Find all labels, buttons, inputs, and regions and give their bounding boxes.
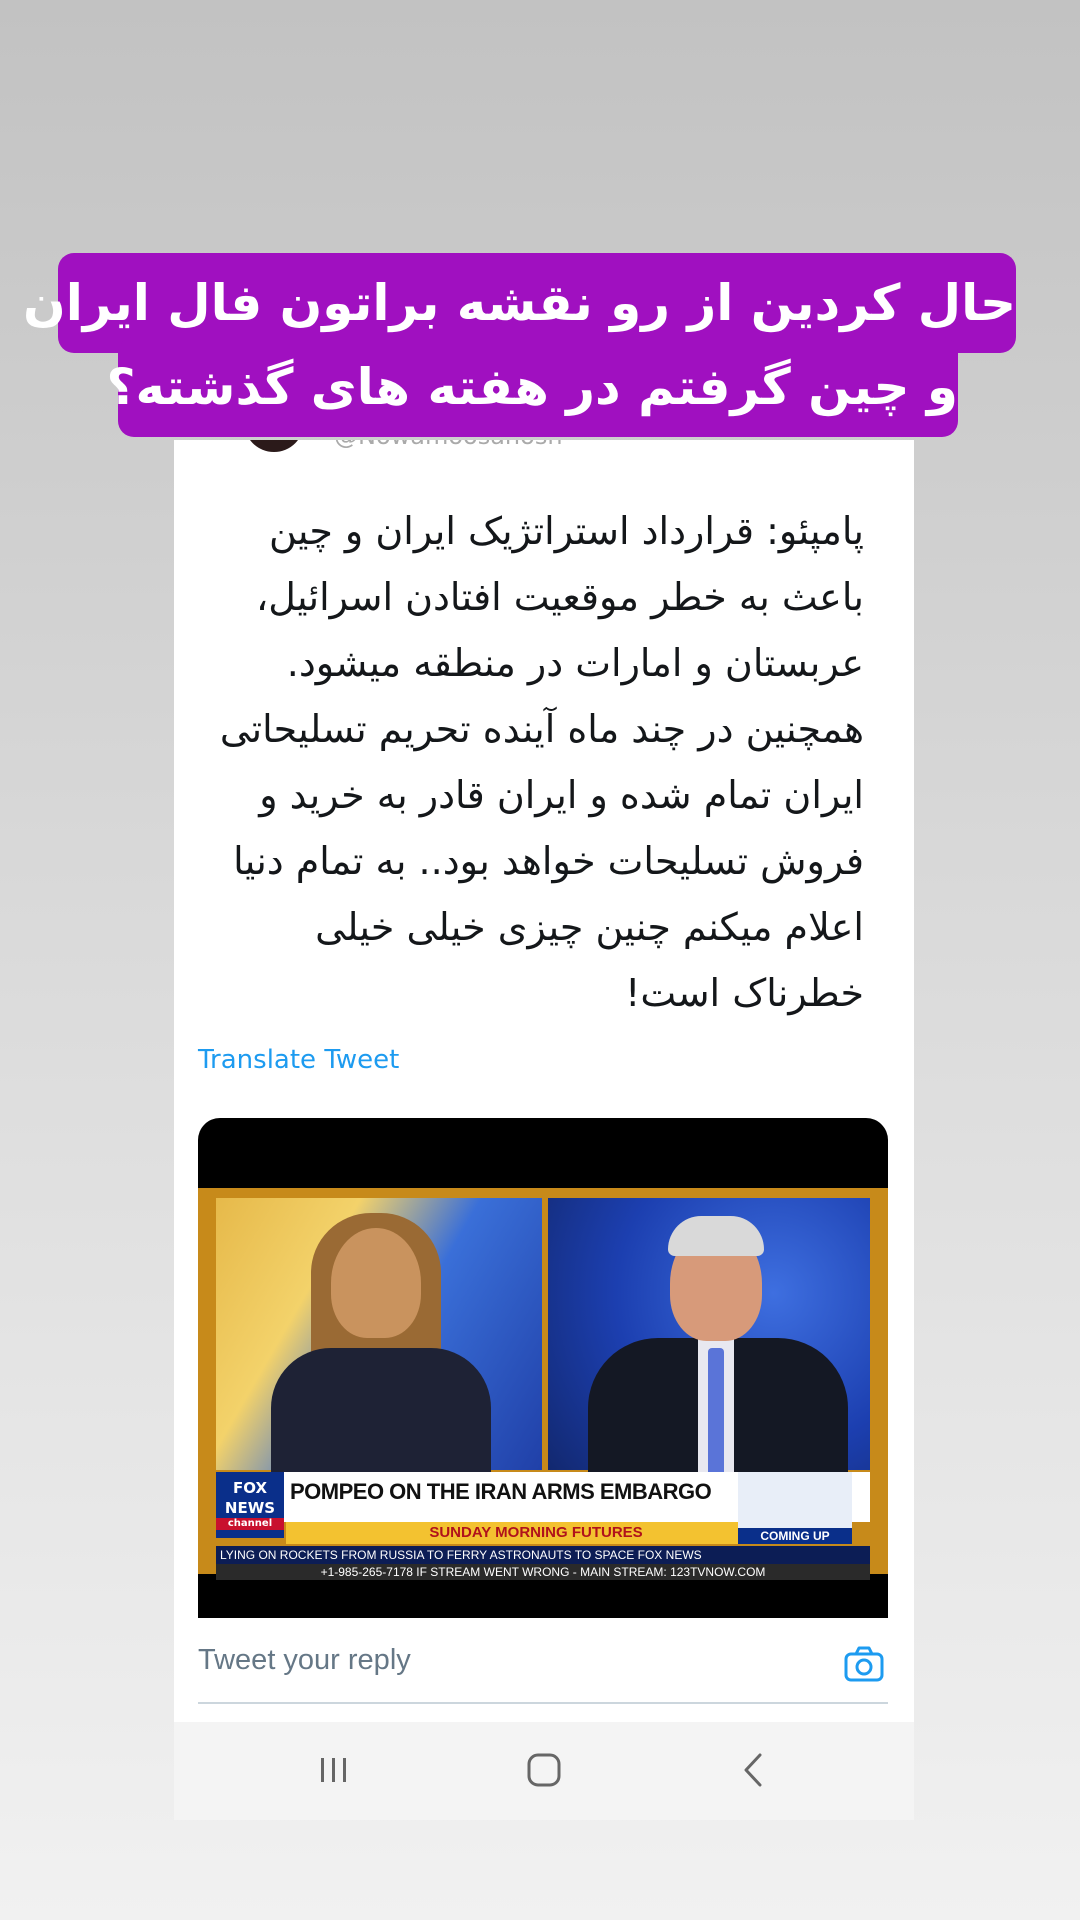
guest-hair (668, 1216, 764, 1256)
camera-icon[interactable] (842, 1642, 886, 1686)
caption-line-2: و چین گرفتم در هفته های گذشته؟ (107, 337, 958, 437)
tweet-screenshot: @Nowamoosanosn پامپئو: قرارداد استراتژیک… (174, 440, 914, 1820)
translate-tweet-link[interactable]: Translate Tweet (198, 1045, 399, 1075)
guest-tie (708, 1348, 724, 1478)
logo-word-1: FOX (232, 1479, 268, 1497)
tweet-text: پامپئو: قرارداد استراتژیک ایران و چین با… (219, 509, 864, 1015)
video-frame: FOX NEWS channel POMPEO ON THE IRAN ARMS… (198, 1188, 888, 1580)
anchor-face (331, 1228, 421, 1338)
back-icon[interactable] (732, 1748, 776, 1792)
recent-apps-icon[interactable] (312, 1748, 356, 1792)
avatar[interactable] (244, 440, 304, 452)
coming-up-label: COMING UP (738, 1528, 852, 1544)
android-nav-bar (174, 1722, 914, 1820)
fox-news-logo: FOX NEWS channel (216, 1472, 284, 1538)
video-headline: POMPEO ON THE IRAN ARMS EMBARGO (290, 1479, 712, 1504)
stream-info: +1-985-265-7178 IF STREAM WENT WRONG - M… (216, 1564, 870, 1580)
home-icon[interactable] (522, 1748, 566, 1792)
reply-bar (174, 1618, 914, 1712)
tweet-header: @Nowamoosanosn (174, 440, 914, 460)
news-ticker: LYING ON ROCKETS FROM RUSSIA TO FERRY AS… (216, 1546, 870, 1564)
logo-word-2: NEWS (224, 1499, 276, 1517)
anchor-panel (216, 1198, 542, 1478)
anchor-body (271, 1348, 491, 1478)
logo-word-3: channel (216, 1518, 284, 1530)
reply-divider (198, 1702, 888, 1704)
guest-panel (548, 1198, 870, 1478)
show-name: SUNDAY MORNING FUTURES (286, 1522, 786, 1544)
tweet-video[interactable]: FOX NEWS channel POMPEO ON THE IRAN ARMS… (198, 1118, 888, 1618)
user-handle[interactable]: @Nowamoosanosn (334, 440, 563, 450)
story-caption: حال کردین از رو نقشه براتون فال ایران و … (0, 0, 1080, 440)
tweet-reply-input[interactable] (198, 1636, 818, 1684)
